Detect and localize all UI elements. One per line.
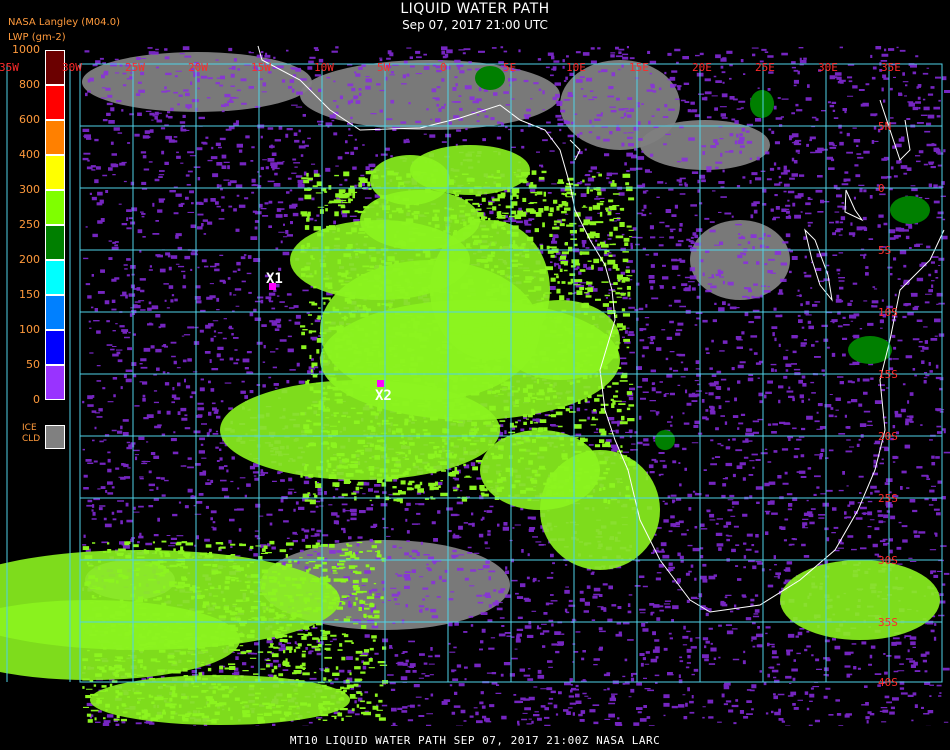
ice-cloud-region bbox=[300, 60, 560, 130]
footer-caption: MT10 LIQUID WATER PATH SEP 07, 2017 21:0… bbox=[289, 734, 661, 747]
ice-cloud-region bbox=[640, 120, 770, 170]
medium-cloud-patch bbox=[655, 430, 675, 450]
lat-label: 40S bbox=[878, 676, 898, 689]
lat-label: 15S bbox=[878, 368, 898, 381]
lon-label: 10E bbox=[566, 61, 586, 74]
marker-label-x1: X1 bbox=[266, 271, 283, 287]
lon-label: 30W bbox=[62, 61, 82, 74]
lon-label: 25E bbox=[755, 61, 775, 74]
lon-label: 5W bbox=[377, 61, 391, 74]
medium-cloud-patch bbox=[750, 90, 774, 118]
medium-cloud-patch bbox=[890, 196, 930, 224]
lon-label: 10W bbox=[314, 61, 334, 74]
lat-label: 35S bbox=[878, 616, 898, 629]
medium-cloud-patch bbox=[475, 66, 505, 90]
lon-label: 0 bbox=[440, 61, 447, 74]
lat-label: 20S bbox=[878, 430, 898, 443]
lat-label: 0 bbox=[878, 182, 885, 195]
lwp-map: 35W 30W 25W 20W 15W 10W 5W 0 5E 10E 15E 20E 25E 30E 35… bbox=[0, 45, 950, 750]
lon-label: 35E bbox=[881, 61, 901, 74]
lon-label: 15W bbox=[251, 61, 271, 74]
thick-cloud-region bbox=[780, 560, 940, 640]
lon-label: 20E bbox=[692, 61, 712, 74]
lat-label: 5S bbox=[878, 244, 891, 257]
marker-dot-x2 bbox=[377, 380, 384, 387]
lon-label: 25W bbox=[125, 61, 145, 74]
lon-label: 35W bbox=[0, 61, 19, 74]
ice-cloud-region bbox=[690, 220, 790, 300]
lat-label: 30S bbox=[878, 554, 898, 567]
lon-label: 20W bbox=[188, 61, 208, 74]
lat-label: 25S bbox=[878, 492, 898, 505]
lon-label: 5E bbox=[503, 61, 516, 74]
lat-label: 10S bbox=[878, 306, 898, 319]
marker-label-x2: X2 bbox=[375, 388, 392, 404]
lon-label: 30E bbox=[818, 61, 838, 74]
lon-label: 15E bbox=[629, 61, 649, 74]
lat-label: 5N bbox=[878, 120, 891, 133]
